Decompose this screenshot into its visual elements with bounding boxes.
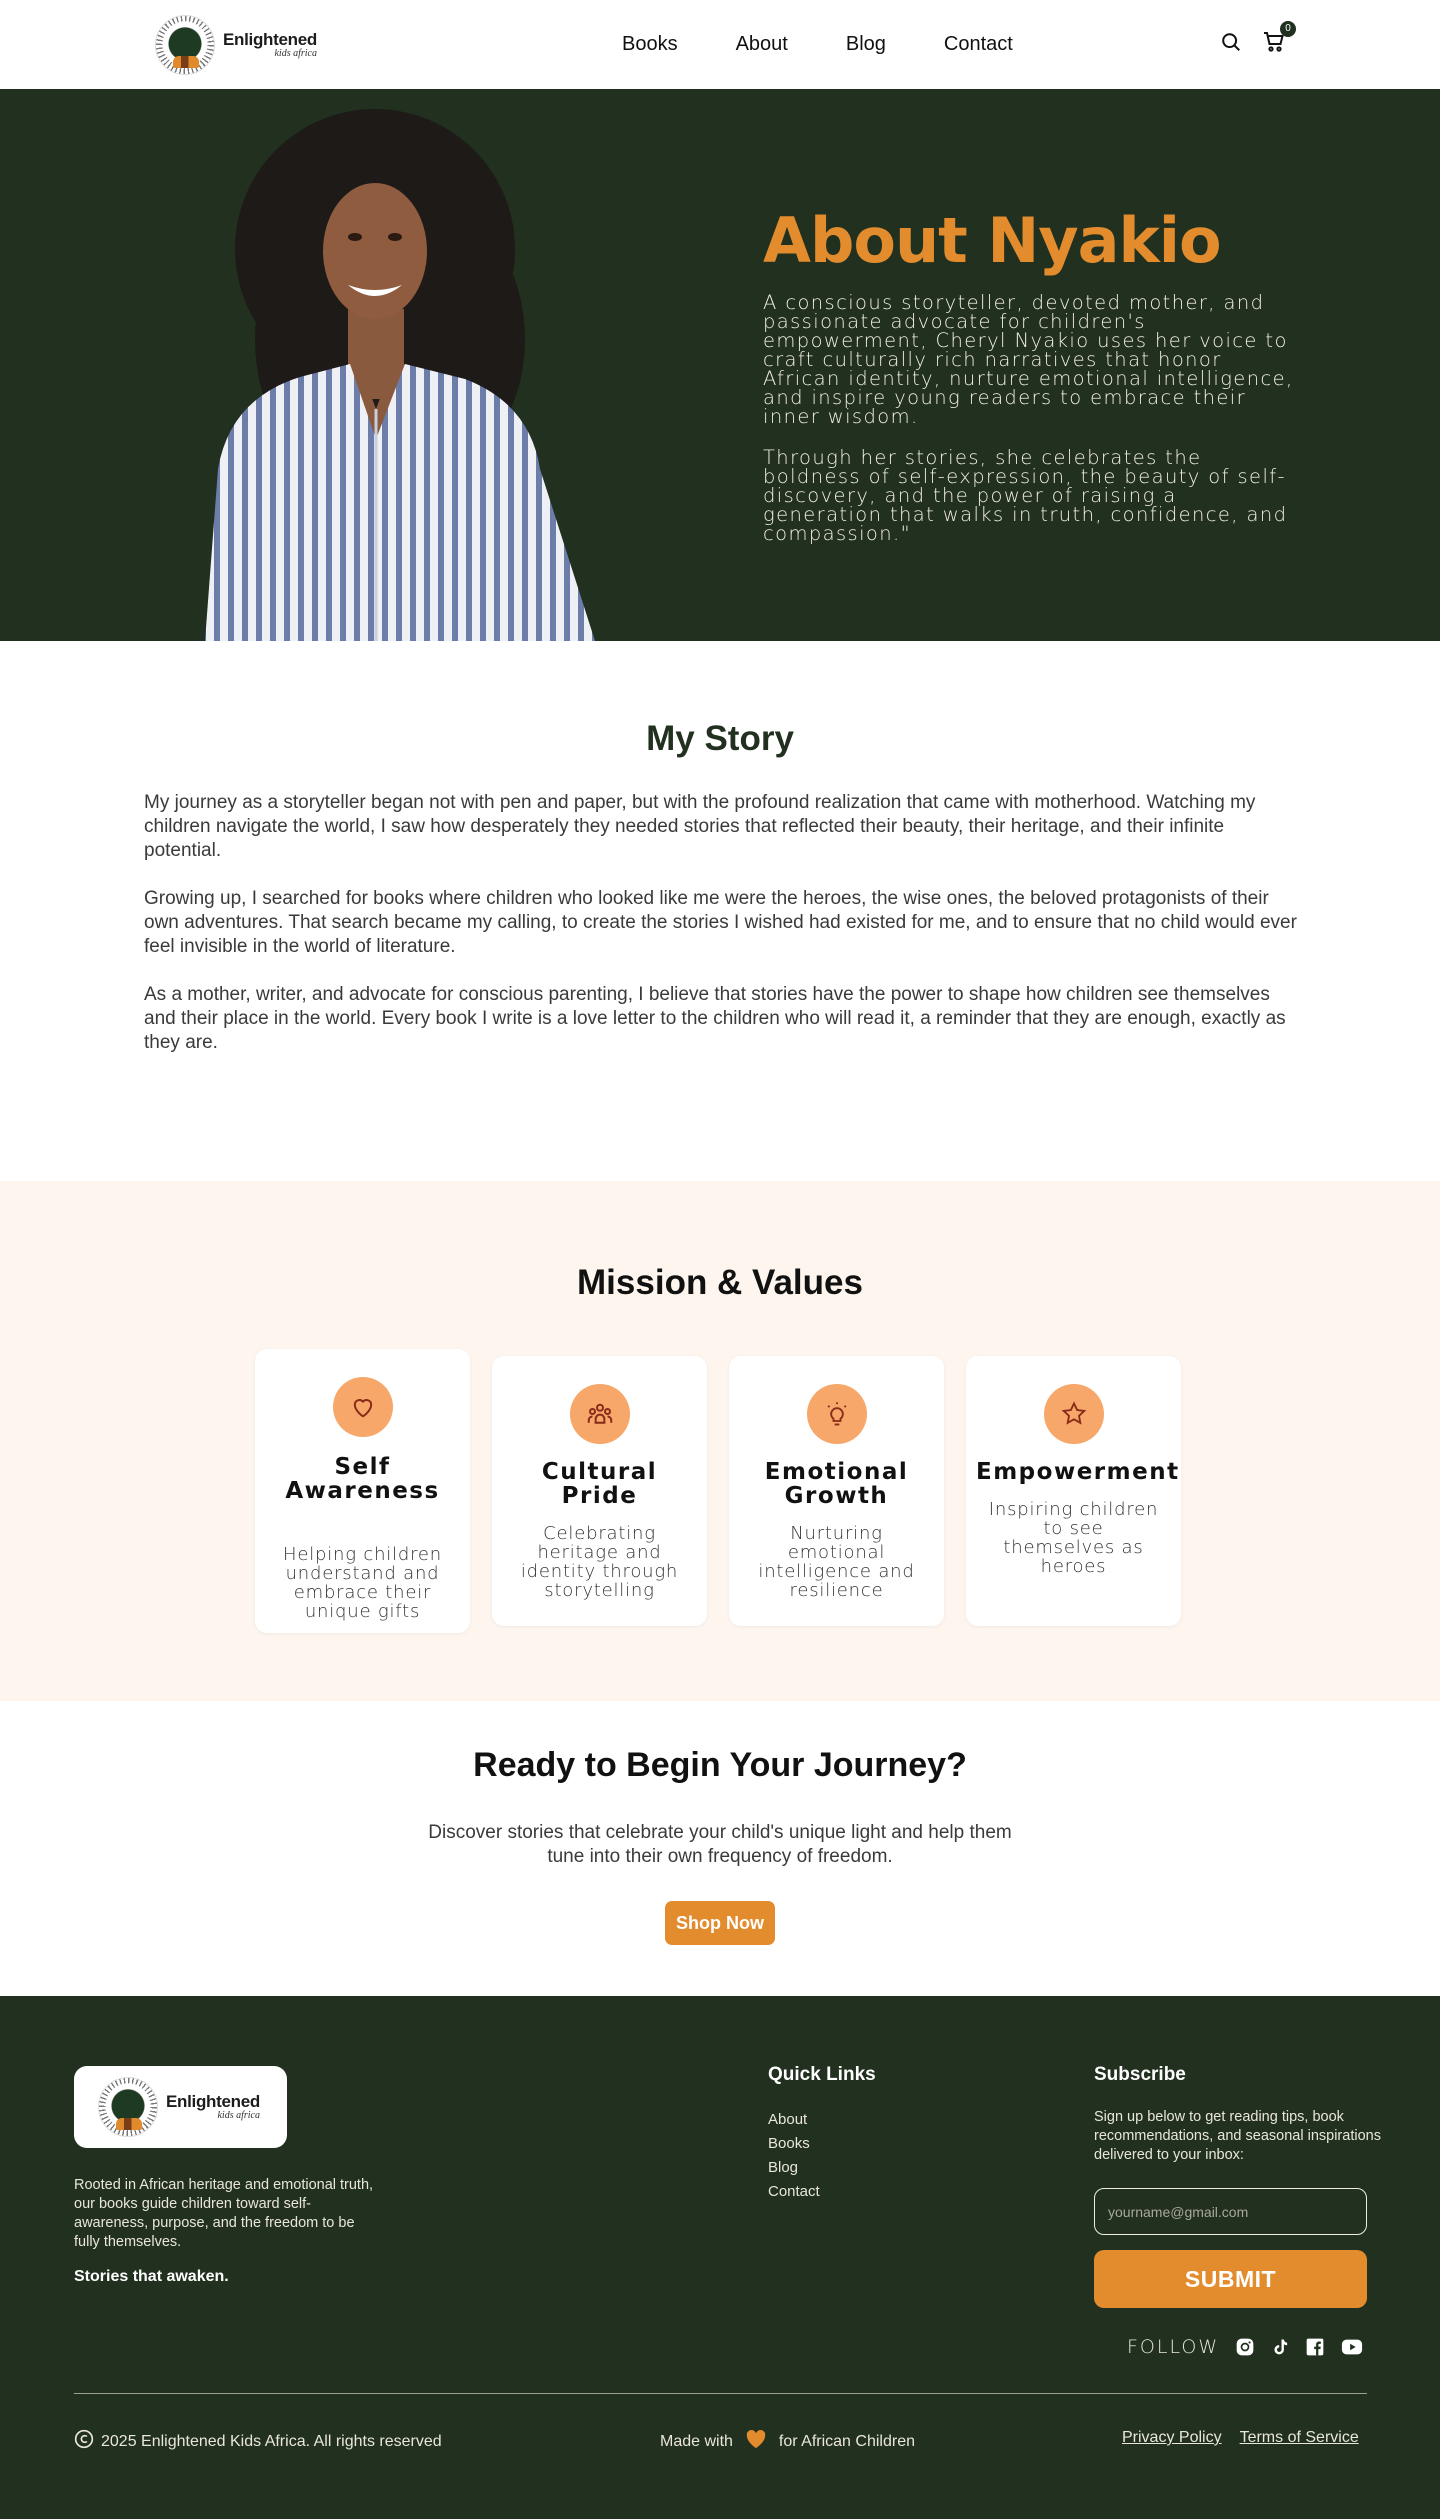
footer-link-contact[interactable]: Contact bbox=[768, 2180, 820, 2204]
mission-title: Mission & Values bbox=[577, 1263, 863, 1302]
footer-link-books[interactable]: Books bbox=[768, 2132, 820, 2156]
footer-about-text: Rooted in African heritage and emotional… bbox=[74, 2177, 374, 2250]
star-icon bbox=[1043, 1384, 1104, 1444]
card-text: Celebrating heritage and identity throug… bbox=[520, 1523, 679, 1601]
shop-now-button[interactable]: Shop Now bbox=[665, 1901, 775, 1945]
terms-of-service-link[interactable]: Terms of Service bbox=[1240, 2429, 1359, 2447]
author-portrait bbox=[205, 109, 595, 641]
footer-logo[interactable]: Enlightened kids africa bbox=[74, 2066, 287, 2148]
story-body: My journey as a storyteller began not wi… bbox=[144, 791, 1304, 1079]
people-icon bbox=[569, 1384, 630, 1444]
value-cards: Self Awareness Helping children understa… bbox=[255, 1349, 1181, 1633]
instagram-icon[interactable] bbox=[1235, 2337, 1255, 2361]
value-card-emotional-growth: Emotional Growth Nurturing emotional int… bbox=[729, 1356, 944, 1626]
subscribe-title: Subscribe bbox=[1094, 2064, 1186, 2085]
hero-paragraph-1: A conscious storyteller, devoted mother,… bbox=[763, 291, 1294, 429]
hero-copy: About Nyakio A conscious storyteller, de… bbox=[763, 204, 1303, 546]
privacy-policy-link[interactable]: Privacy Policy bbox=[1122, 2429, 1222, 2447]
youtube-icon[interactable] bbox=[1341, 2338, 1363, 2360]
cart-icon[interactable]: 0 bbox=[1262, 21, 1296, 58]
search-icon[interactable] bbox=[1220, 31, 1242, 57]
site-footer: Enlightened kids africa Rooted in Africa… bbox=[0, 1996, 1440, 2519]
subscribe-text: Sign up below to get reading tips, book … bbox=[1094, 2109, 1381, 2163]
logo-subname: kids africa bbox=[274, 48, 317, 59]
footer-tagline: Stories that awaken. bbox=[74, 2268, 229, 2285]
header-icons: 0 bbox=[1220, 21, 1296, 58]
heart-icon bbox=[332, 1377, 393, 1437]
card-text: Helping children understand and embrace … bbox=[283, 1544, 442, 1622]
logo-badge-icon bbox=[98, 2077, 158, 2137]
logo-text: Enlightened kids africa bbox=[166, 2093, 260, 2121]
legal-links: Privacy Policy Terms of Service bbox=[1122, 2429, 1359, 2447]
made-with-text: Made with bbox=[660, 2432, 733, 2450]
email-field[interactable] bbox=[1094, 2188, 1367, 2235]
card-text: Nurturing emotional intelligence and res… bbox=[758, 1523, 915, 1601]
story-section: My Story My journey as a storyteller beg… bbox=[0, 641, 1440, 1181]
card-title: Self Awareness bbox=[285, 1454, 440, 1504]
logo-badge-icon bbox=[155, 15, 215, 75]
cta-section: Ready to Begin Your Journey? Discover st… bbox=[0, 1701, 1440, 1996]
value-card-self-awareness: Self Awareness Helping children understa… bbox=[255, 1349, 470, 1633]
footer-divider bbox=[74, 2393, 1367, 2394]
heart-icon bbox=[745, 2429, 767, 2454]
logo-name: Enlightened bbox=[166, 2092, 260, 2111]
hero-paragraph-2: Through her stories, she celebrates the … bbox=[763, 446, 1288, 546]
cta-title: Ready to Begin Your Journey? bbox=[473, 1746, 967, 1784]
nav-blog[interactable]: Blog bbox=[846, 33, 886, 56]
follow-label: FOLLOW bbox=[1127, 2336, 1220, 2358]
social-links bbox=[1235, 2337, 1363, 2361]
footer-link-blog[interactable]: Blog bbox=[768, 2156, 820, 2180]
main-nav: Books About Blog Contact bbox=[622, 33, 1071, 56]
logo-subname: kids africa bbox=[217, 2110, 260, 2121]
value-card-empowerment: Empowerment Inspiring children to see th… bbox=[966, 1356, 1181, 1626]
story-paragraph: Growing up, I searched for books where c… bbox=[144, 888, 1297, 957]
logo-name: Enlightened bbox=[223, 30, 317, 49]
quick-links: About Books Blog Contact bbox=[768, 2108, 820, 2204]
tiktok-icon[interactable] bbox=[1271, 2337, 1289, 2361]
nav-contact[interactable]: Contact bbox=[944, 33, 1013, 56]
card-title: Empowerment bbox=[976, 1459, 1180, 1485]
story-paragraph: As a mother, writer, and advocate for co… bbox=[144, 984, 1286, 1053]
cart-count-badge: 0 bbox=[1280, 21, 1296, 37]
made-with: Made with for African Children bbox=[660, 2429, 915, 2454]
card-title: Emotional Growth bbox=[764, 1459, 909, 1509]
quick-links-title: Quick Links bbox=[768, 2064, 876, 2085]
lightbulb-icon bbox=[806, 1384, 867, 1444]
copyright: 2025 Enlightened Kids Africa. All rights… bbox=[74, 2429, 442, 2454]
site-header: Enlightened kids africa Books About Blog… bbox=[0, 0, 1440, 89]
mission-section: Mission & Values Self Awareness Helping … bbox=[0, 1181, 1440, 1701]
copyright-text: 2025 Enlightened Kids Africa. All rights… bbox=[101, 2432, 442, 2450]
logo[interactable]: Enlightened kids africa bbox=[155, 15, 317, 75]
hero-title: About Nyakio bbox=[763, 204, 1222, 277]
nav-books[interactable]: Books bbox=[622, 33, 678, 56]
nav-about[interactable]: About bbox=[736, 33, 788, 56]
facebook-icon[interactable] bbox=[1305, 2337, 1325, 2361]
submit-button[interactable]: SUBMIT bbox=[1094, 2250, 1367, 2308]
footer-link-about[interactable]: About bbox=[768, 2108, 820, 2132]
made-for-text: for African Children bbox=[778, 2432, 915, 2450]
story-paragraph: My journey as a storyteller began not wi… bbox=[144, 792, 1256, 861]
cta-text: Discover stories that celebrate your chi… bbox=[428, 1822, 1012, 1867]
card-text: Inspiring children to see themselves as … bbox=[988, 1499, 1159, 1577]
copyright-icon bbox=[74, 2429, 94, 2454]
story-title: My Story bbox=[646, 719, 794, 758]
hero-section: About Nyakio A conscious storyteller, de… bbox=[0, 89, 1440, 641]
logo-text: Enlightened kids africa bbox=[223, 31, 317, 59]
value-card-cultural-pride: Cultural Pride Celebrating heritage and … bbox=[492, 1356, 707, 1626]
card-title: Cultural Pride bbox=[541, 1459, 658, 1509]
